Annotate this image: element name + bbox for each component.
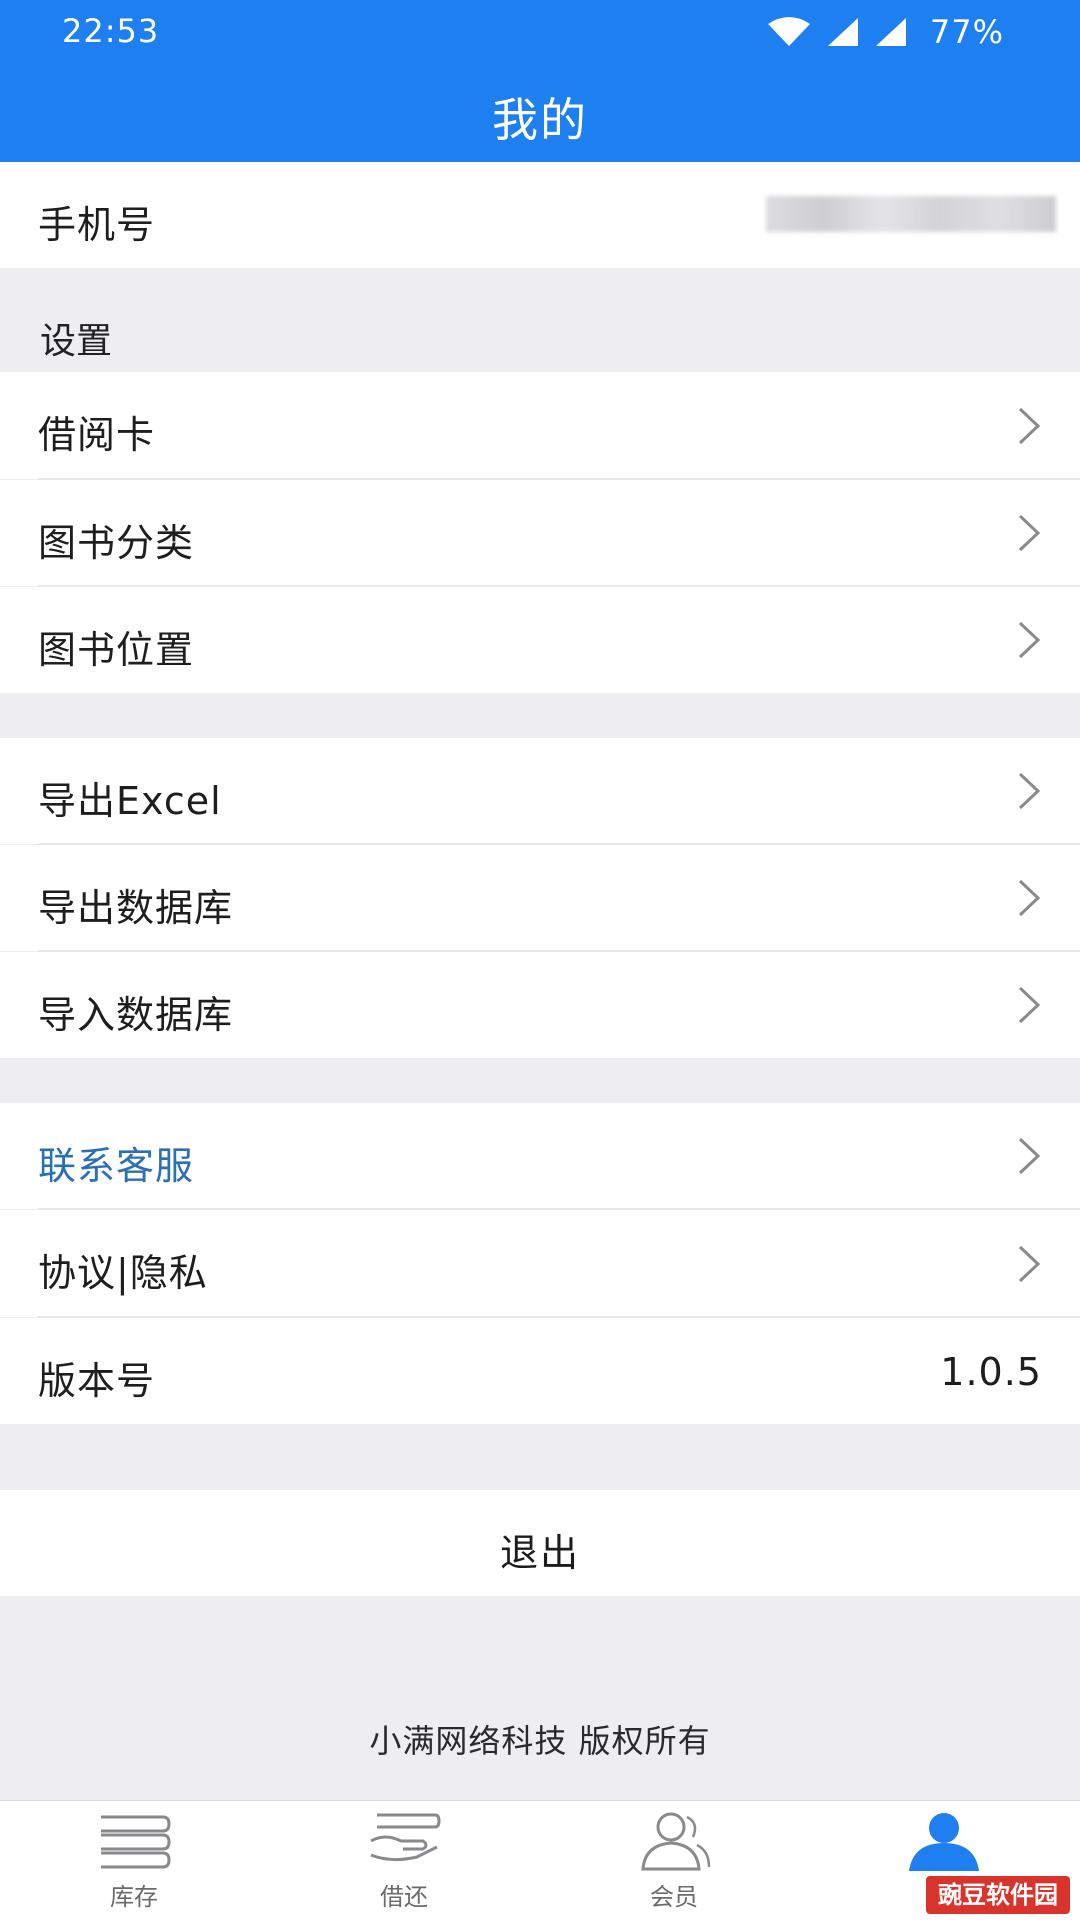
library-card-row[interactable]: 借阅卡 — [0, 372, 1080, 479]
version-value: 1.0.5 — [940, 1350, 1042, 1394]
chevron-right-icon — [1018, 772, 1041, 810]
status-icons: 77% — [766, 13, 1004, 51]
borrow-return-icon — [370, 1813, 441, 1862]
library-card-label: 借阅卡 — [38, 413, 156, 457]
agreement-privacy-label: 协议|隐私 — [38, 1251, 208, 1295]
tab-inventory-label: 库存 — [110, 1883, 158, 1911]
copyright-text: 小满网络科技 版权所有 — [369, 1722, 711, 1760]
tab-inventory[interactable]: 库存 — [34, 1801, 234, 1921]
user-icon — [909, 1813, 979, 1871]
export-excel-row[interactable]: 导出Excel — [0, 738, 1080, 844]
tab-members[interactable]: 会员 — [574, 1801, 774, 1921]
logout-label: 退出 — [499, 1531, 580, 1575]
phone-number-redacted — [766, 196, 1056, 232]
battery-percent: 77% — [929, 13, 1004, 51]
bottom-tab-bar: 库存 借还 会员 我 — [0, 1800, 1080, 1921]
chevron-right-icon — [1018, 1245, 1041, 1283]
chevron-right-icon — [1018, 514, 1041, 552]
logout-button[interactable]: 退出 — [0, 1490, 1080, 1596]
chevron-right-icon — [1018, 879, 1041, 917]
chevron-right-icon — [1018, 407, 1041, 445]
contact-support-label: 联系客服 — [38, 1144, 195, 1188]
version-label: 版本号 — [38, 1359, 156, 1403]
chevron-right-icon — [1018, 986, 1041, 1024]
export-excel-label: 导出Excel — [38, 779, 222, 823]
chevron-right-icon — [1018, 621, 1041, 659]
cell-signal-icon — [827, 18, 858, 46]
app-header: 22:53 77% 我的 — [0, 0, 1080, 162]
page-title: 我的 — [492, 93, 588, 147]
settings-section-label: 设置 — [40, 321, 113, 362]
import-database-row[interactable]: 导入数据库 — [0, 952, 1080, 1058]
export-database-row[interactable]: 导出数据库 — [0, 845, 1080, 951]
book-category-row[interactable]: 图书分类 — [0, 480, 1080, 586]
import-database-label: 导入数据库 — [38, 993, 234, 1037]
book-category-label: 图书分类 — [38, 521, 195, 565]
members-icon — [641, 1812, 711, 1871]
tab-members-label: 会员 — [650, 1883, 698, 1911]
status-bar: 22:53 77% — [0, 0, 1080, 66]
book-location-row[interactable]: 图书位置 — [0, 587, 1080, 693]
contact-support-row[interactable]: 联系客服 — [0, 1103, 1080, 1209]
wifi-icon — [767, 17, 810, 46]
book-location-label: 图书位置 — [38, 628, 195, 672]
tab-borrow-return-label: 借还 — [380, 1883, 428, 1911]
agreement-privacy-row[interactable]: 协议|隐私 — [0, 1210, 1080, 1317]
phone-label: 手机号 — [38, 203, 156, 247]
watermark-logo: 豌豆软件园 — [926, 1876, 1070, 1914]
tab-borrow-return[interactable]: 借还 — [304, 1801, 504, 1921]
export-database-label: 导出数据库 — [38, 886, 234, 930]
books-icon — [101, 1815, 171, 1869]
chevron-right-icon — [1018, 1137, 1041, 1175]
status-time: 22:53 — [62, 12, 160, 50]
cell-signal-icon-2 — [875, 18, 906, 46]
version-row: 版本号 1.0.5 — [0, 1318, 1080, 1424]
